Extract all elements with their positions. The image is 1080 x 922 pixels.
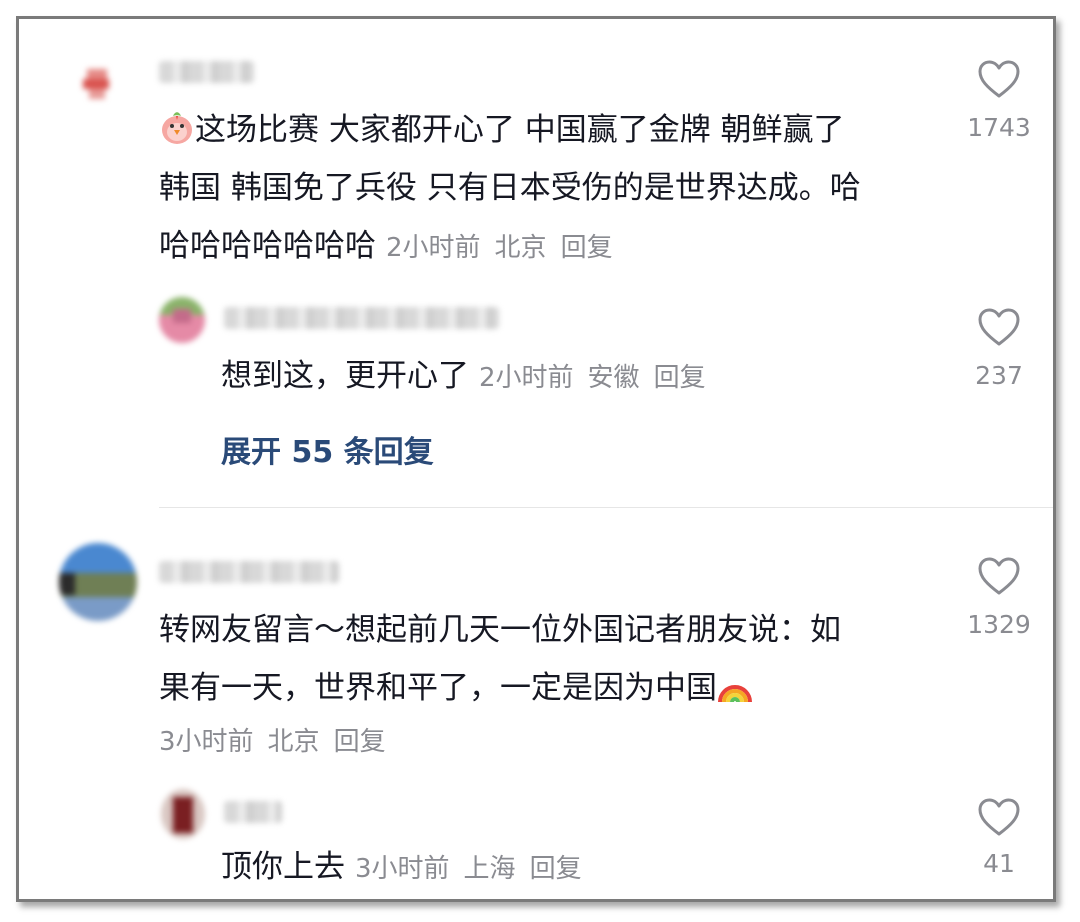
reply-meta: 2小时前 安徽 回复	[479, 363, 706, 393]
username[interactable]	[159, 561, 339, 583]
expand-replies-button[interactable]: 展开 55 条回复	[221, 427, 434, 471]
like-button[interactable]: 237	[939, 307, 1053, 390]
rainbow-emoji-icon	[718, 685, 752, 703]
avatar[interactable]	[59, 543, 137, 621]
like-count: 1743	[967, 113, 1031, 142]
comment-text: 这场比赛 大家都开心了 中国赢了金牌 朝鲜赢了 韩国 韩国免了兵役 只有日本受伤…	[159, 112, 861, 264]
avatar[interactable]	[77, 61, 117, 101]
comment-list-screenshot: 这场比赛 大家都开心了 中国赢了金牌 朝鲜赢了 韩国 韩国免了兵役 只有日本受伤…	[16, 16, 1056, 902]
heart-outline-icon	[978, 557, 1020, 595]
divider	[159, 507, 1053, 508]
comment-text: 转网友留言～想起前几天一位外国记者朋友说：如 果有一天，世界和平了，一定是因为中…	[159, 612, 841, 706]
like-count: 1329	[967, 610, 1031, 639]
like-count: 41	[983, 849, 1015, 878]
reply-button[interactable]: 回复	[334, 727, 386, 757]
reply-button[interactable]: 回复	[654, 363, 706, 393]
like-button[interactable]: 1743	[939, 59, 1053, 142]
reply-text: 顶你上去 3小时前 上海 回复	[221, 849, 582, 885]
avatar[interactable]	[159, 297, 205, 343]
comment-meta: 3小时前 北京 回复	[159, 727, 386, 757]
reply-text: 想到这，更开心了 2小时前 安徽 回复	[221, 358, 706, 394]
like-button[interactable]: 1329	[939, 556, 1053, 639]
chick-emoji-icon	[162, 112, 192, 144]
comment-meta: 2小时前 北京 回复	[386, 233, 613, 263]
like-count: 237	[975, 361, 1023, 390]
heart-outline-icon	[978, 60, 1020, 98]
reply-button[interactable]: 回复	[561, 233, 613, 263]
username[interactable]	[224, 801, 282, 823]
avatar[interactable]	[161, 789, 205, 839]
reply-button[interactable]: 回复	[530, 854, 582, 884]
like-button[interactable]: 41	[939, 797, 1053, 878]
reply-meta: 3小时前 上海 回复	[355, 854, 582, 884]
username[interactable]	[224, 307, 499, 329]
heart-outline-icon	[978, 798, 1020, 836]
heart-outline-icon	[978, 308, 1020, 346]
username[interactable]	[159, 61, 254, 83]
